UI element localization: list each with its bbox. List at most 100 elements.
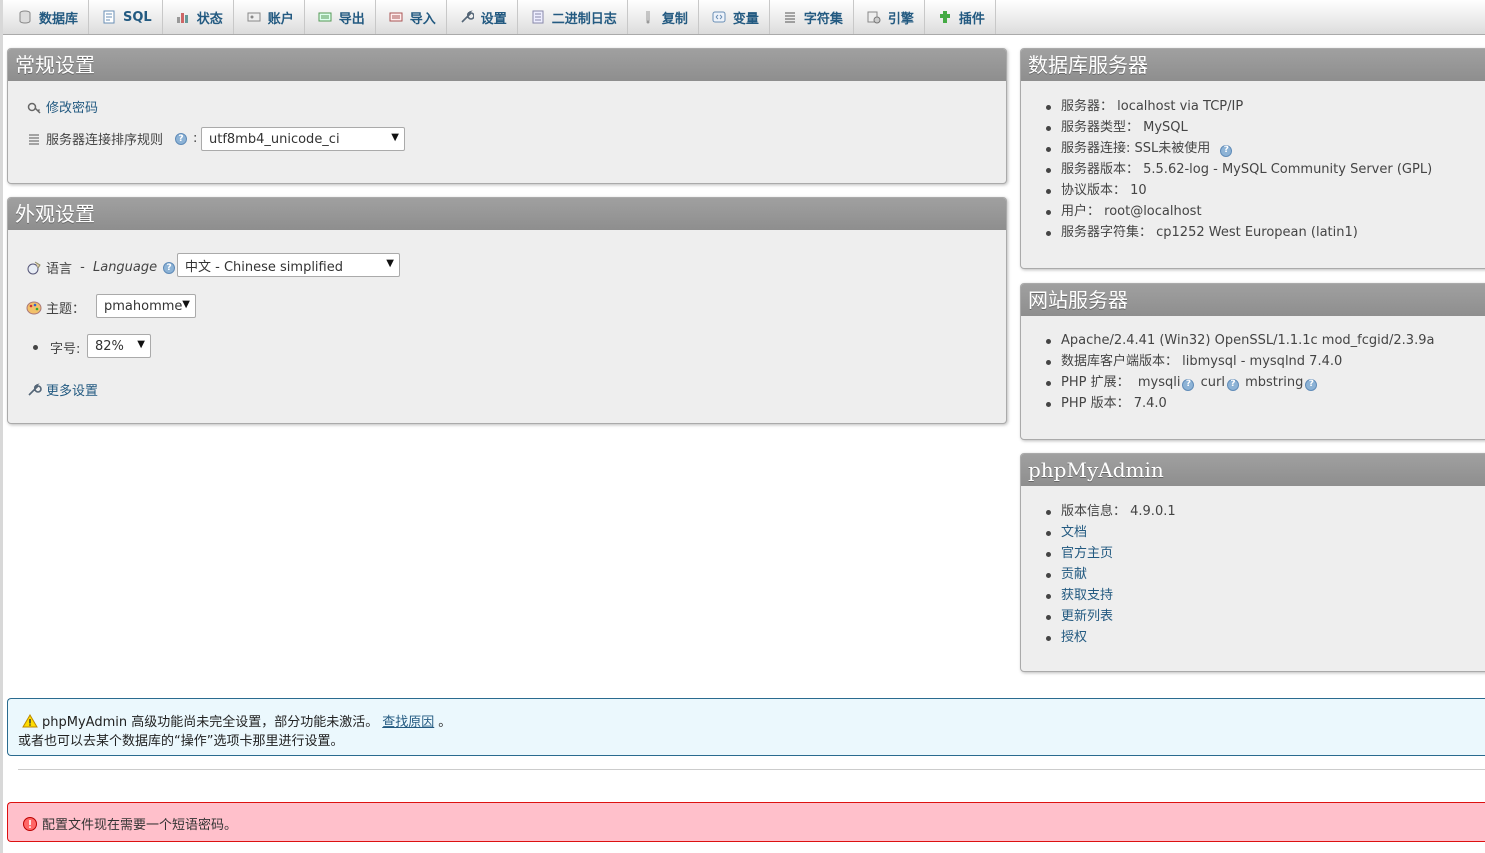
tab-replication[interactable]: 复制 <box>628 0 699 34</box>
config-notice: phpMyAdmin 高级功能尚未完全设置，部分功能未激活。 查找原因。 或者也可… <box>7 698 1485 756</box>
engine-icon <box>866 9 882 25</box>
tab-settings[interactable]: 设置 <box>447 0 518 34</box>
language-label-en: Language <box>92 260 158 275</box>
list-item: 协议版本： 10 <box>1045 180 1432 201</box>
tab-label: 二进制日志 <box>551 11 617 27</box>
list-item: 用户： root@localhost <box>1045 201 1432 222</box>
php-ext-mysqli: mysqli <box>1137 375 1181 390</box>
help-icon[interactable]: ? <box>1226 378 1239 391</box>
language-row: 语言 - Language ? <box>26 258 177 277</box>
contribute-link[interactable]: 贡献 <box>1061 567 1087 582</box>
tab-label: 状态 <box>196 11 223 27</box>
theme-label: 主题： <box>46 302 86 317</box>
chevron-down-icon: ▼ <box>386 258 394 269</box>
collation-row: 服务器连接排序规则 ? : <box>26 129 197 148</box>
collation-select[interactable]: utf8mb4_unicode_ci ▼ <box>201 127 405 151</box>
language-icon <box>26 260 42 276</box>
fontsize-row: 字号: <box>33 338 80 357</box>
change-password-link[interactable]: 修改密码 <box>46 97 98 116</box>
replication-icon <box>640 9 656 25</box>
find-reason-link[interactable]: 查找原因 <box>382 711 434 730</box>
help-icon[interactable]: ? <box>1305 378 1318 391</box>
help-icon[interactable]: ? <box>163 261 176 274</box>
help-icon[interactable]: ? <box>1220 144 1233 157</box>
tab-export[interactable]: 导出 <box>305 0 376 34</box>
web-server-list: Apache/2.4.41 (Win32) OpenSSL/1.1.1c mod… <box>1045 330 1434 414</box>
collation-label: 服务器连接排序规则 <box>46 133 164 148</box>
fontsize-label: 字号: <box>50 342 81 357</box>
tab-label: 数据库 <box>39 11 79 27</box>
error-line: 配置文件现在需要一个短语密码。 <box>22 814 237 833</box>
collation-colon: : <box>193 131 198 146</box>
binlog-icon <box>530 9 546 25</box>
more-settings-link[interactable]: 更多设置 <box>46 380 98 399</box>
general-settings-panel: 常规设置 修改密码 服务器连接排序规则 ? : utf8mb4_unicode_… <box>7 48 1007 184</box>
chevron-down-icon: ▼ <box>391 132 399 143</box>
panel-title: 外观设置 <box>8 198 1006 230</box>
passphrase-error: 配置文件现在需要一个短语密码。 <box>7 802 1485 842</box>
tab-variables[interactable]: 变量 <box>699 0 770 34</box>
tab-plugins[interactable]: 插件 <box>925 0 996 34</box>
tab-label: 设置 <box>480 11 507 27</box>
list-item: 获取支持 <box>1046 585 1176 606</box>
php-ext-label: PHP 扩展： <box>1061 375 1134 390</box>
docs-link[interactable]: 文档 <box>1061 525 1087 540</box>
list-item: 文档 <box>1046 522 1176 543</box>
tab-accounts[interactable]: 账户 <box>234 0 305 34</box>
language-label: 语言 <box>46 262 73 277</box>
tab-binlog[interactable]: 二进制日志 <box>518 0 628 34</box>
php-ext-mbstring: mbstring <box>1245 375 1304 390</box>
license-link[interactable]: 授权 <box>1061 630 1087 645</box>
collation-value: utf8mb4_unicode_ci <box>209 131 340 147</box>
php-ext-curl: curl <box>1200 375 1225 390</box>
tab-import[interactable]: 导入 <box>376 0 447 34</box>
tab-label: 导出 <box>338 11 365 27</box>
tab-label: 导入 <box>409 11 436 27</box>
tab-sql[interactable]: SQL <box>89 0 163 34</box>
charset-icon <box>782 9 798 25</box>
panel-title: 数据库服务器 <box>1021 49 1485 81</box>
help-icon[interactable]: ? <box>1182 378 1195 391</box>
tab-status[interactable]: 状态 <box>163 0 234 34</box>
tab-charsets[interactable]: 字符集 <box>770 0 854 34</box>
language-separator: - <box>76 260 89 275</box>
list-item: Apache/2.4.41 (Win32) OpenSSL/1.1.1c mod… <box>1045 330 1434 351</box>
theme-value: pmahomme <box>104 298 183 314</box>
variables-icon <box>711 9 727 25</box>
bullet <box>33 345 38 350</box>
support-link[interactable]: 获取支持 <box>1061 588 1113 603</box>
list-item: PHP 扩展： mysqli? curl? mbstring? <box>1045 372 1434 393</box>
divider <box>18 769 1485 770</box>
language-value: 中文 - Chinese simplified <box>185 259 343 275</box>
plugin-icon <box>937 9 953 25</box>
list-item: 服务器类型： MySQL <box>1045 117 1432 138</box>
wrench-icon <box>459 9 475 25</box>
tab-databases[interactable]: 数据库 <box>3 0 90 34</box>
users-icon <box>246 9 262 25</box>
list-item: 服务器： localhost via TCP/IP <box>1045 96 1432 117</box>
tab-engines[interactable]: 引擎 <box>854 0 925 34</box>
version-item: 版本信息： 4.9.0.1 <box>1046 501 1176 522</box>
tab-label: 复制 <box>661 11 688 27</box>
panel-title: 网站服务器 <box>1021 284 1485 316</box>
ssl-text: 服务器连接: SSL未被使用 <box>1061 141 1211 156</box>
tab-label: 账户 <box>267 11 294 27</box>
fontsize-value: 82% <box>95 338 124 354</box>
homepage-link[interactable]: 官方主页 <box>1061 546 1113 561</box>
theme-select[interactable]: pmahomme ▼ <box>96 294 196 318</box>
language-select[interactable]: 中文 - Chinese simplified ▼ <box>177 253 400 277</box>
list-item: 授权 <box>1046 627 1176 648</box>
error-text: 配置文件现在需要一个短语密码。 <box>42 818 238 833</box>
tab-label: 插件 <box>958 11 985 27</box>
error-icon <box>22 816 38 832</box>
notice-line-2: 或者也可以去某个数据库的“操作”选项卡那里进行设置。 <box>18 734 344 749</box>
panel-title: 常规设置 <box>8 49 1006 81</box>
theme-row: 主题： <box>26 298 85 317</box>
fontsize-select[interactable]: 82% ▼ <box>87 334 151 358</box>
appearance-settings-panel: 外观设置 语言 - Language ? 中文 - Chinese simpli… <box>7 197 1007 424</box>
help-icon[interactable]: ? <box>175 132 188 145</box>
chevron-down-icon: ▼ <box>137 339 145 350</box>
list-item: 更新列表 <box>1046 606 1176 627</box>
changelog-link[interactable]: 更新列表 <box>1061 609 1113 624</box>
tab-label: 变量 <box>732 11 759 27</box>
